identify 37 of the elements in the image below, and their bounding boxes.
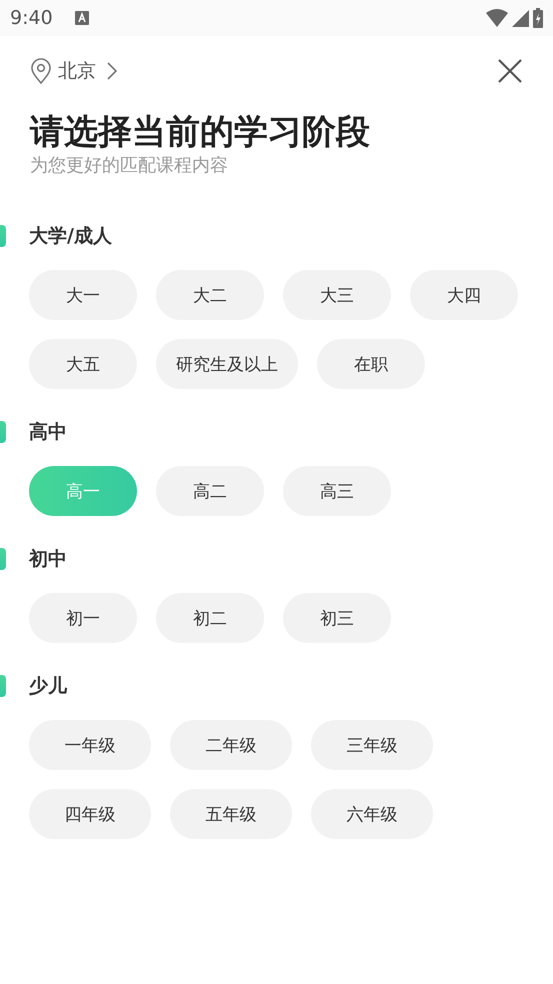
- section-title: 高中: [29, 420, 67, 445]
- option-chip[interactable]: 高三: [283, 466, 391, 516]
- city-link[interactable]: 北京: [58, 58, 96, 84]
- section-title: 少儿: [29, 674, 67, 699]
- option-chip[interactable]: 三年级: [311, 720, 433, 770]
- option-chip[interactable]: 研究生及以上: [156, 339, 298, 389]
- status-time: 9:40: [10, 7, 53, 29]
- signal-icon: [512, 10, 529, 26]
- option-chip[interactable]: 六年级: [311, 789, 433, 839]
- battery-icon: [533, 8, 543, 28]
- option-chip[interactable]: 初二: [156, 593, 264, 643]
- section-marker: [0, 548, 6, 570]
- option-chip[interactable]: 大二: [156, 270, 264, 320]
- section-title: 大学/成人: [29, 224, 112, 249]
- page-subtitle: 为您更好的匹配课程内容: [30, 154, 229, 178]
- section-marker: [0, 675, 6, 697]
- option-chip[interactable]: 一年级: [29, 720, 151, 770]
- option-chip[interactable]: 大四: [410, 270, 518, 320]
- wifi-icon: [486, 9, 508, 27]
- option-chip[interactable]: 四年级: [29, 789, 151, 839]
- option-chip[interactable]: 初三: [283, 593, 391, 643]
- section-marker: [0, 225, 6, 247]
- option-chip[interactable]: 二年级: [170, 720, 292, 770]
- option-chip[interactable]: 高二: [156, 466, 264, 516]
- option-chip[interactable]: 大一: [29, 270, 137, 320]
- keyboard-icon: [74, 11, 89, 25]
- option-chip[interactable]: 五年级: [170, 789, 292, 839]
- option-chip[interactable]: 大五: [29, 339, 137, 389]
- page-title: 请选择当前的学习阶段: [30, 111, 371, 154]
- location-pin-icon[interactable]: [30, 58, 52, 84]
- close-button[interactable]: [497, 58, 523, 84]
- option-chip[interactable]: 大三: [283, 270, 391, 320]
- option-chip[interactable]: 在职: [317, 339, 425, 389]
- section-title: 初中: [29, 547, 67, 572]
- chevron-right-icon[interactable]: [106, 61, 118, 81]
- section-marker: [0, 421, 6, 443]
- option-chip[interactable]: 初一: [29, 593, 137, 643]
